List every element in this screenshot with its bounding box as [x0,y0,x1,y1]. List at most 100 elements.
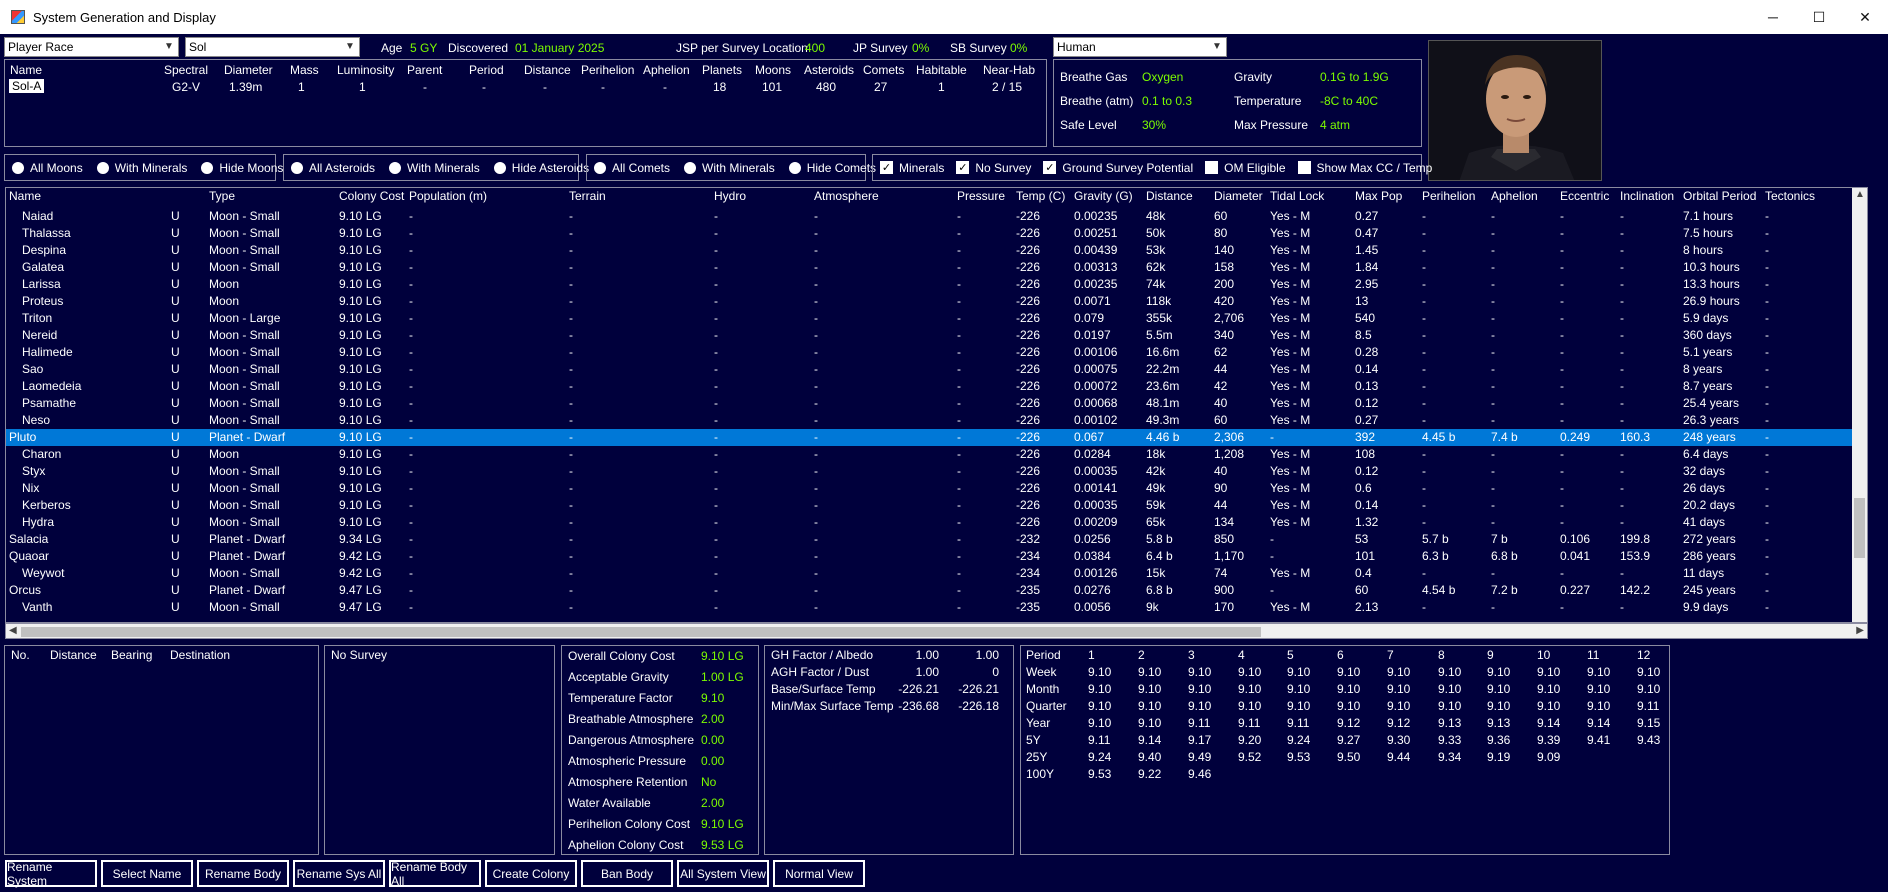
rename-system-button[interactable]: Rename System [5,860,97,888]
maximize-button[interactable]: ☐ [1796,0,1842,34]
column-header[interactable]: Hydro [714,188,746,205]
summary-star-name[interactable]: Sol-A [9,79,45,93]
normal-view-button[interactable]: Normal View [773,860,865,887]
all-system-view-button[interactable]: All System View [677,860,769,887]
check-no-survey[interactable]: ✓ No Survey [956,161,1031,175]
colony-stat-label: Atmospheric Pressure [568,754,687,768]
column-header[interactable]: Tectonics [1765,188,1815,205]
table-cell: 1.32 [1355,515,1379,529]
check-ground-survey-potential[interactable]: ✓ Ground Survey Potential [1043,161,1193,175]
ban-body-button[interactable]: Ban Body [581,860,673,887]
period-cell: 9.13 [1438,716,1462,730]
column-header[interactable]: Max Pop [1355,188,1402,205]
create-colony-button[interactable]: Create Colony [485,860,577,887]
column-header[interactable]: Eccentric [1560,188,1609,205]
table-cell: - [1765,345,1769,359]
column-header[interactable]: Perihelion [1422,188,1475,205]
close-button[interactable]: ✕ [1842,0,1888,34]
table-row[interactable]: Charon U Moon 9.10 LG - - - - - -226 0.0284 18k 1,20… [6,446,1854,463]
table-row[interactable]: Kerberos U Moon - Small 9.10 LG - - - - - -226 0.0… [6,497,1854,514]
period-cell: 9.27 [1337,733,1361,747]
check-om-eligible[interactable]: OM Eligible [1205,161,1286,175]
minimize-button[interactable]: ─ [1750,0,1796,34]
radio-moons-with-minerals[interactable]: With Minerals [96,161,187,175]
scroll-right-icon[interactable]: ▶ [1856,624,1864,638]
table-row[interactable]: Proteus U Moon 9.10 LG - - - - - -226 0.0071 118k 42… [6,293,1854,310]
period-header-cell: 9 [1487,648,1494,662]
column-header[interactable]: Atmosphere [814,188,879,205]
table-cell: -226 [1016,396,1041,410]
table-row[interactable]: Quaoar U Planet - Dwarf 9.42 LG - - - - - -234 0.0… [6,548,1854,565]
table-row[interactable]: Halimede U Moon - Small 9.10 LG - - - - - -226 0.0… [6,344,1854,361]
period-cell: Year [1026,716,1051,730]
table-cell: 286 years [1683,549,1736,563]
radio-hide-comets[interactable]: Hide Comets [788,161,876,175]
column-header[interactable]: Temp (C) [1016,188,1065,205]
column-header[interactable]: Aphelion [1491,188,1538,205]
column-header[interactable]: Gravity (G) [1074,188,1133,205]
column-header[interactable]: Orbital Period [1683,188,1756,205]
radio-hide-moons[interactable]: Hide Moons [201,161,283,175]
period-cell: 100Y [1026,767,1055,781]
table-row[interactable]: Larissa U Moon 9.10 LG - - - - - -226 0.00235 74k 20… [6,276,1854,293]
table-row[interactable]: Neso U Moon - Small 9.10 LG - - - - - -226 0.00102… [6,412,1854,429]
system-combo[interactable]: Sol ▼ [185,37,360,57]
table-cell: 0.27 [1355,413,1379,427]
select-name-button[interactable]: Select Name [101,860,193,887]
column-header[interactable]: Inclination [1620,188,1674,205]
column-header[interactable]: Diameter [1214,188,1263,205]
rename-sys-all-button[interactable]: Rename Sys All [293,860,385,887]
column-header[interactable]: Population (m) [409,188,487,205]
summary-luminosity: 1 [359,80,366,94]
table-row[interactable]: Styx U Moon - Small 9.10 LG - - - - - -226 0.00035… [6,463,1854,480]
table-cell: Moon - Small [209,260,280,274]
table-row[interactable]: Pluto U Planet - Dwarf 9.10 LG - - - - - -226 0.06… [6,429,1854,446]
column-header[interactable]: Distance [1146,188,1193,205]
species-combo[interactable]: Human ▼ [1053,37,1227,57]
table-row[interactable]: Orcus U Planet - Dwarf 9.47 LG - - - - - -235 0.02… [6,582,1854,599]
column-header[interactable]: Pressure [957,188,1005,205]
column-header[interactable]: Type [209,188,235,205]
table-row[interactable]: Nix U Moon - Small 9.10 LG - - - - - -226 0.00141 4… [6,480,1854,497]
column-header[interactable]: Colony Cost [339,188,404,205]
vertical-scrollbar[interactable]: ▲ [1852,188,1867,622]
table-row[interactable]: Galatea U Moon - Small 9.10 LG - - - - - -226 0.00… [6,259,1854,276]
horizontal-scrollbar[interactable]: ◀ ▶ [5,623,1868,639]
vertical-scroll-thumb[interactable] [1854,498,1865,558]
table-row[interactable]: Psamathe U Moon - Small 9.10 LG - - - - - -226 0.0… [6,395,1854,412]
check-minerals[interactable]: ✓ Minerals [880,161,944,175]
rename-body-all-button[interactable]: Rename Body All [389,860,481,888]
table-cell: 80 [1214,226,1228,240]
radio-comets-with-minerals[interactable]: With Minerals [684,161,775,175]
horizontal-scroll-thumb[interactable] [21,627,1261,637]
table-row[interactable]: Thalassa U Moon - Small 9.10 LG - - - - - -226 0.0… [6,225,1854,242]
table-row[interactable]: Salacia U Planet - Dwarf 9.34 LG - - - - - -232 0.… [6,531,1854,548]
table-row[interactable]: Nereid U Moon - Small 9.10 LG - - - - - -226 0.019… [6,327,1854,344]
race-combo[interactable]: Player Race ▼ [4,37,179,57]
table-row[interactable]: Naiad U Moon - Small 9.10 LG - - - - - -226 0.0023… [6,208,1854,225]
table-row[interactable]: Sao U Moon - Small 9.10 LG - - - - - -226 0.00075 2… [6,361,1854,378]
rename-body-button[interactable]: Rename Body [197,860,289,887]
radio-all-comets[interactable]: All Comets [594,161,670,175]
table-cell: Yes - M [1270,566,1311,580]
table-cell: - [957,379,961,393]
radio-all-moons[interactable]: All Moons [12,161,83,175]
radio-hide-asteroids[interactable]: Hide Asteroids [493,161,589,175]
table-cell: -226 [1016,481,1041,495]
scroll-left-icon[interactable]: ◀ [9,624,17,638]
column-header[interactable]: Name [9,188,41,205]
scroll-up-icon[interactable]: ▲ [1855,188,1865,202]
table-row[interactable]: Triton U Moon - Large 9.10 LG - - - - - -226 0.079… [6,310,1854,327]
table-row[interactable]: Laomedeia U Moon - Small 9.10 LG - - - - - -226 0.… [6,378,1854,395]
period-header-cell: 8 [1438,648,1445,662]
column-header[interactable]: Terrain [569,188,606,205]
radio-asteroids-with-minerals[interactable]: With Minerals [389,161,480,175]
jp-survey-value: 0% [912,41,930,55]
check-show-max-cc-temp[interactable]: Show Max CC / Temp [1297,161,1432,175]
table-row[interactable]: Despina U Moon - Small 9.10 LG - - - - - -226 0.00… [6,242,1854,259]
table-row[interactable]: Weywot U Moon - Small 9.42 LG - - - - - -234 0.001… [6,565,1854,582]
table-row[interactable]: Hydra U Moon - Small 9.10 LG - - - - - -226 0.0020… [6,514,1854,531]
table-row[interactable]: Vanth U Moon - Small 9.47 LG - - - - - -235 0.0056… [6,599,1854,616]
column-header[interactable]: Tidal Lock [1270,188,1324,205]
radio-all-asteroids[interactable]: All Asteroids [291,161,375,175]
